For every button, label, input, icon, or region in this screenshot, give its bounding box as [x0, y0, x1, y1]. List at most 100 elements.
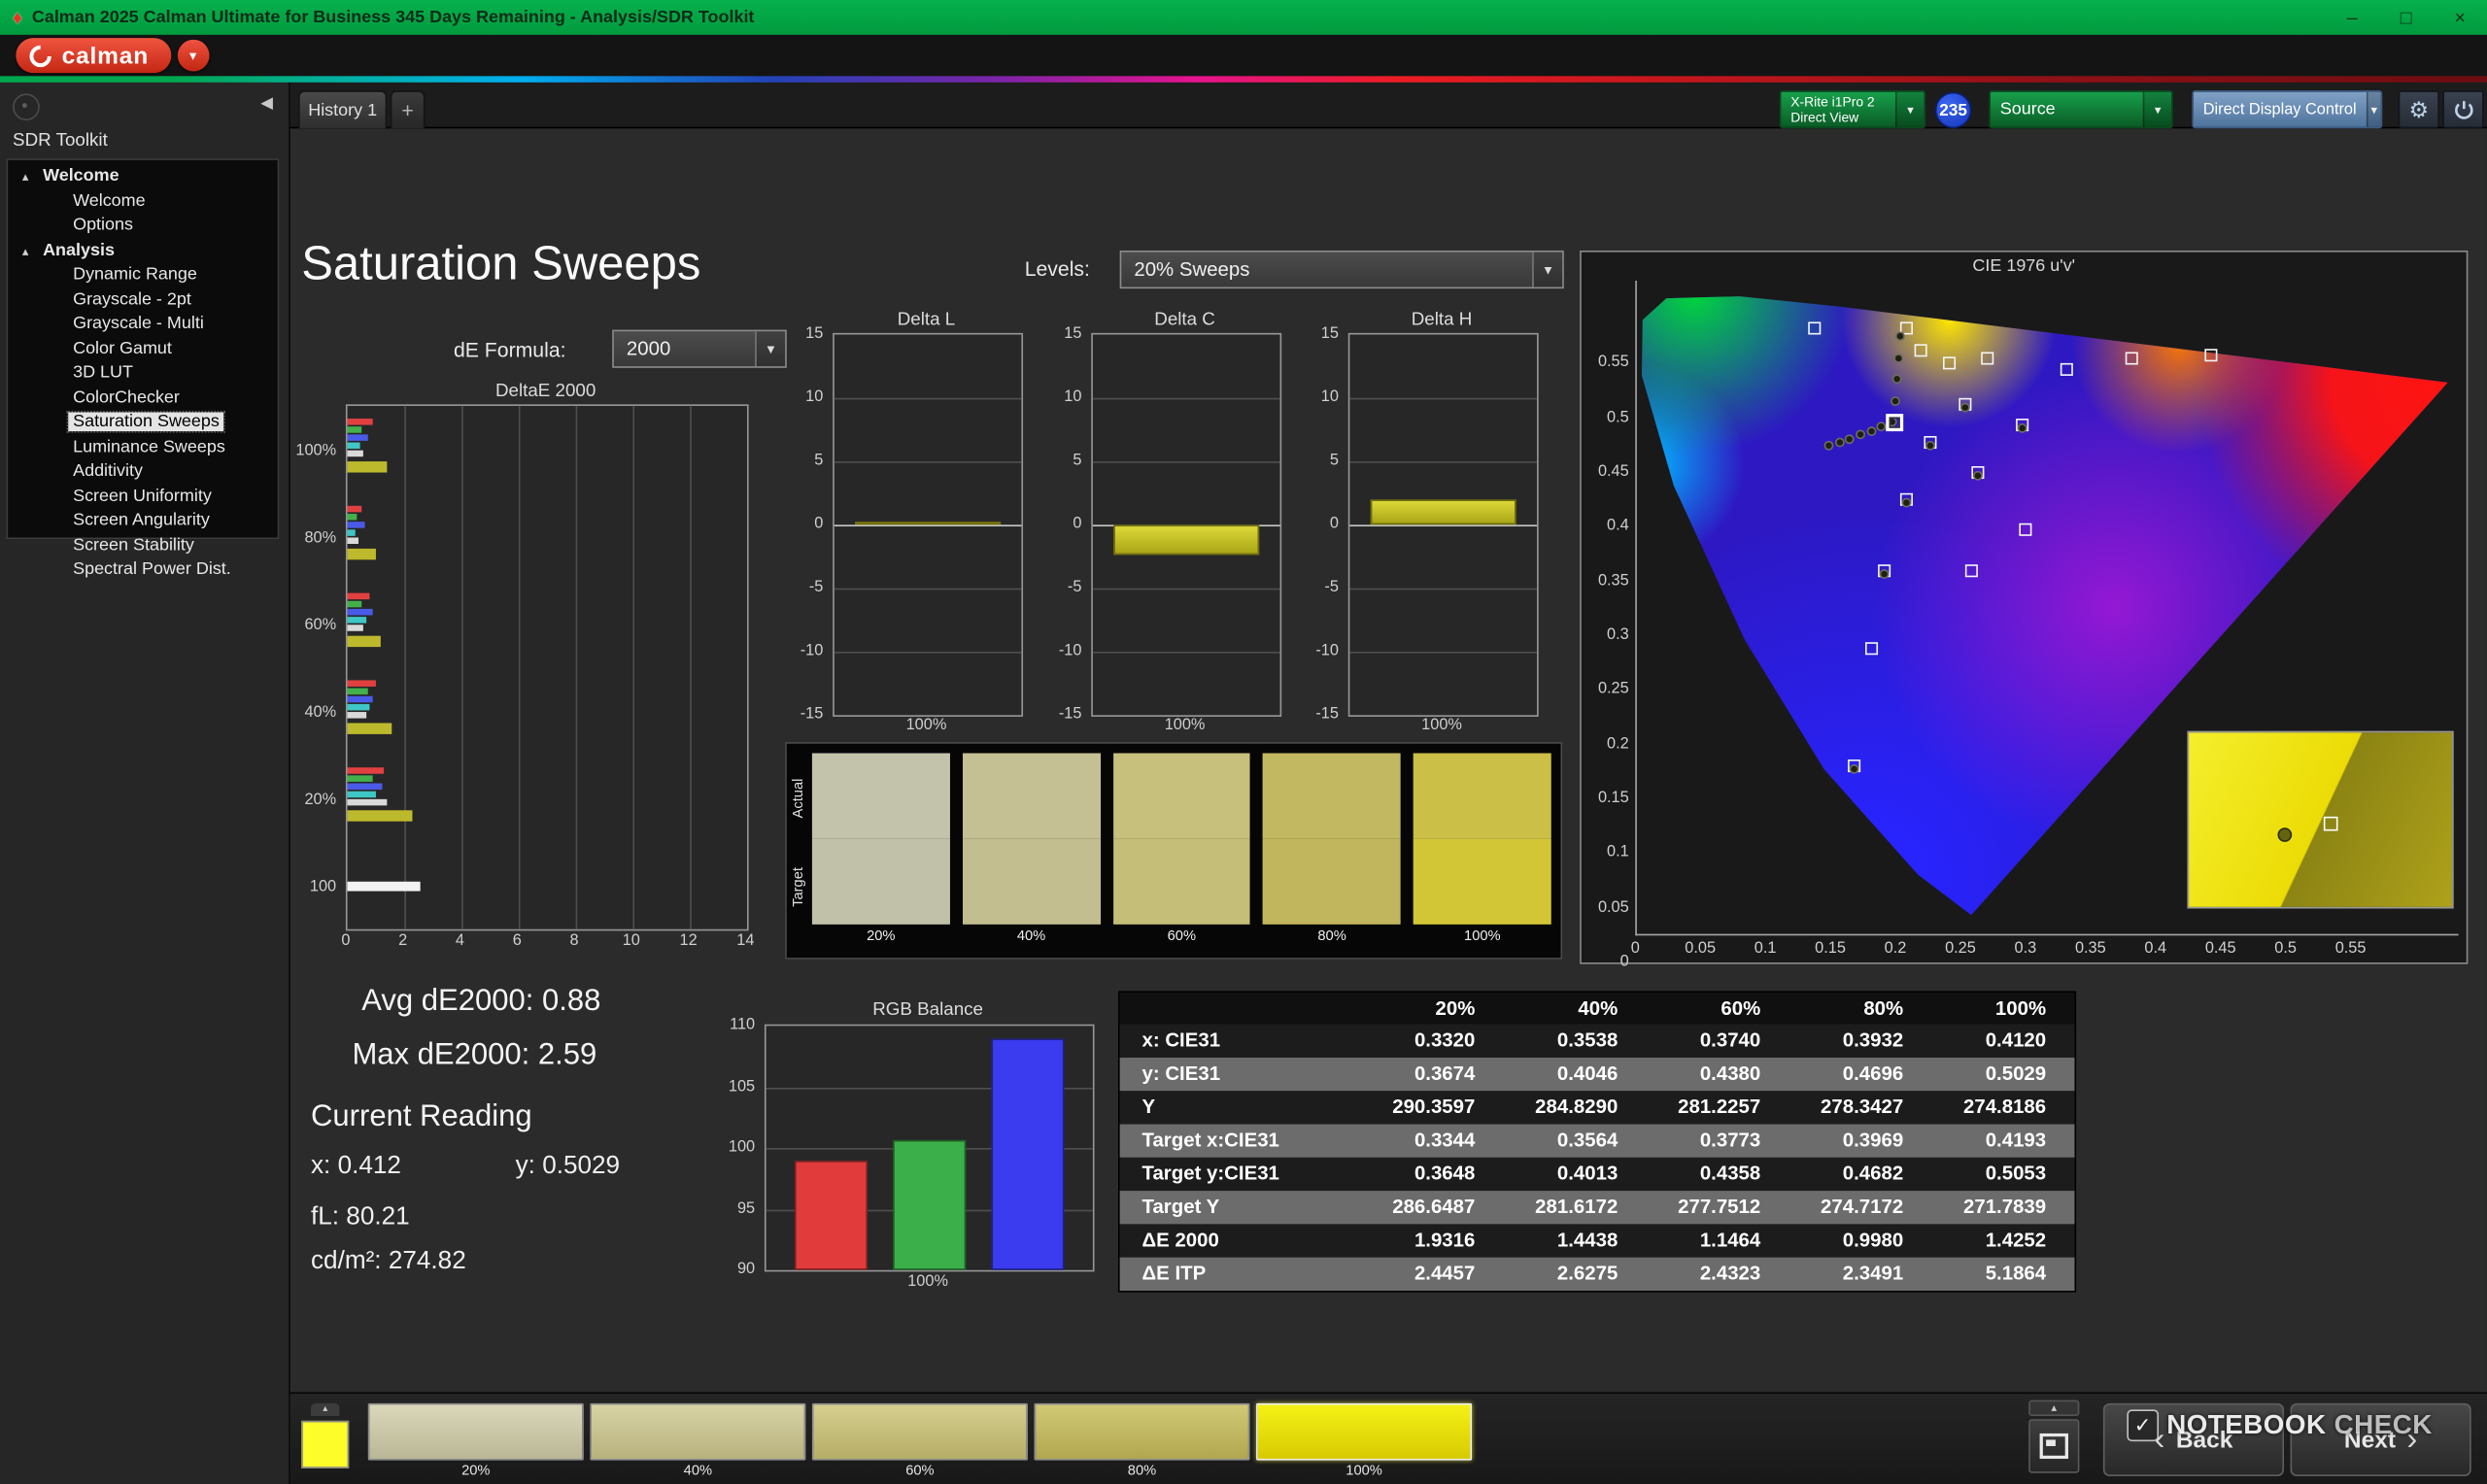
gridline [1349, 588, 1538, 590]
axis-tick-label: 6 [512, 931, 522, 950]
level-button-40[interactable]: 40% [590, 1402, 806, 1479]
level-button-60[interactable]: 60% [811, 1402, 1028, 1479]
sidebar-item-screen-stability[interactable]: Screen Stability [8, 533, 278, 557]
settings-button[interactable]: ⚙ [2398, 90, 2440, 129]
tab-bar: History 1 + X-Rite i1Pro 2 Direct View ▾… [290, 82, 2487, 129]
sidebar-item-options[interactable]: Options [8, 214, 278, 238]
delta-e-bar [347, 635, 381, 648]
table-cell: 0.4696 [1842, 1062, 1904, 1085]
swatch-patches: 20% 40% 60% 80% 100% [811, 753, 1551, 950]
current-reading-heading: Current Reading [310, 1100, 532, 1134]
table-cell: 2.4457 [1414, 1262, 1476, 1285]
de-formula-dropdown[interactable]: 2000 ▼ [612, 329, 787, 368]
tab-history-1[interactable]: History 1 [297, 90, 388, 129]
measurement-dot [1893, 353, 1903, 363]
close-button[interactable]: × [2433, 0, 2487, 35]
table-column-header: 20% [1435, 996, 1476, 1020]
display-control-dropdown[interactable]: Direct Display Control ▾ [2192, 90, 2383, 129]
level-button-100[interactable]: 100% [1256, 1402, 1473, 1479]
calman-logo[interactable]: calman [16, 38, 171, 74]
axis-tick-label: 10 [805, 388, 824, 406]
target-square [2019, 523, 2032, 537]
level-button-20[interactable]: 20% [367, 1402, 584, 1479]
axis-tick-label: 14 [736, 931, 755, 950]
sidebar-item-luminance-sweeps[interactable]: Luminance Sweeps [8, 435, 278, 459]
minimize-button[interactable]: – [2325, 0, 2379, 35]
table-column-header: 80% [1863, 996, 1904, 1020]
source-dropdown[interactable]: Source ▾ [1989, 90, 2173, 129]
table-cell: 0.3740 [1699, 1029, 1761, 1052]
sidebar-info-icon[interactable] [13, 93, 40, 121]
axis-tick-label: 0.3 [1607, 625, 1629, 644]
swatch-level-label: 80% [1317, 928, 1346, 944]
table-cell: 0.3538 [1556, 1029, 1618, 1052]
swatch-column-80: 80% [1263, 753, 1401, 950]
reading-x: x: 0.412 [310, 1152, 401, 1180]
rgb-balance-chart [764, 1024, 1095, 1272]
sidebar-item-grayscale-2pt[interactable]: Grayscale - 2pt [8, 287, 278, 312]
sidebar-collapse-button[interactable]: ◀ [260, 95, 273, 113]
table-row-e-2000: ΔE 2000 1.9316 1.4438 1.1464 0.9980 1.4252 [1119, 1224, 2075, 1258]
sidebar-item-dynamic-range[interactable]: Dynamic Range [8, 263, 278, 287]
source-text: Source [1999, 99, 2056, 119]
sidebar-item-3d-lut[interactable]: 3D LUT [8, 361, 278, 386]
workflow-tree: ▴ Welcome Welcome Options ▴ Analysis Dynamic R… [6, 158, 280, 579]
delta-e-bar [347, 712, 366, 719]
sidebar-item-spectral-power-dist[interactable]: Spectral Power Dist. [8, 558, 278, 583]
chevron-right-icon: › [2406, 1421, 2418, 1457]
cie-y-axis: 0 0.05 0.1 0.15 0.2 0.25 0.3 0.35 0.4 0.45 0.5 0.55 [1584, 281, 1632, 971]
axis-tick-label: 15 [1320, 324, 1339, 343]
next-button[interactable]: Next › [2290, 1402, 2471, 1476]
delta-e-bar [347, 880, 421, 891]
meter-label: X-Rite i1Pro 2 Direct View [1781, 92, 1895, 127]
sidebar-item-screen-uniformity[interactable]: Screen Uniformity [8, 485, 278, 509]
delta-e-bar [347, 791, 376, 798]
level-swatch [367, 1402, 584, 1461]
delta-e-bar [347, 450, 363, 457]
maximize-button[interactable]: □ [2379, 0, 2434, 35]
gridline [690, 405, 692, 929]
delta-e-bar [347, 680, 376, 687]
sidebar-item-colorchecker[interactable]: ColorChecker [8, 387, 278, 411]
avg-de2000: Avg dE2000: 0.88 [361, 984, 601, 1019]
actual-swatch [811, 753, 950, 839]
measurement-dot [1894, 331, 1905, 342]
axis-tick-label: 15 [805, 324, 824, 343]
levels-dropdown[interactable]: 20% Sweeps ▼ [1119, 250, 1564, 289]
back-label: Back [2175, 1426, 2233, 1454]
delta-e-bar [347, 798, 388, 806]
sidebar-item-screen-angularity[interactable]: Screen Angularity [8, 509, 278, 533]
table-header-row: 20% 40% 60% 80% 100% [1119, 993, 2075, 1025]
level-button-80[interactable]: 80% [1034, 1402, 1250, 1479]
meter-dropdown[interactable]: X-Rite i1Pro 2 Direct View ▾ [1779, 90, 1926, 129]
sidebar-item-color-gamut[interactable]: Color Gamut [8, 337, 278, 361]
delta-h-chart-title: Delta H [1411, 310, 1473, 330]
back-button[interactable]: ‹ Back [2102, 1402, 2285, 1476]
axis-tick-label: 80% [304, 528, 337, 547]
measurement-dot [1849, 763, 1859, 774]
power-button[interactable] [2442, 90, 2484, 129]
pattern-window-button[interactable] [2028, 1419, 2080, 1473]
sidebar-item-welcome[interactable]: Welcome [8, 189, 278, 214]
sidebar-item-grayscale-multi[interactable]: Grayscale - Multi [8, 313, 278, 337]
delta-c-category: 100% [1164, 716, 1206, 734]
nav-panel-toggle[interactable]: ▴ [2028, 1400, 2080, 1416]
axis-tick-label: 10 [1064, 388, 1082, 406]
tree-section-analysis[interactable]: ▴ Analysis [8, 239, 278, 263]
axis-tick-label: 0.35 [2074, 940, 2106, 959]
sidebar-item-saturation-sweeps[interactable]: Saturation Sweeps [8, 410, 278, 435]
calman-menu-button[interactable]: ▾ [177, 39, 210, 72]
gridline [632, 405, 635, 929]
titlebar: ♦ Calman 2025 Calman Ultimate for Busine… [0, 0, 2487, 35]
swatch-panel-toggle[interactable]: ▴ [310, 1402, 340, 1416]
swatch-column-20: 20% [811, 753, 950, 950]
tab-add-button[interactable]: + [390, 90, 426, 129]
table-row-y-cie31: y: CIE31 0.3674 0.4046 0.4380 0.4696 0.5029 [1119, 1057, 2075, 1092]
sidebar-item-additivity[interactable]: Additivity [8, 459, 278, 484]
display-control-text: Direct Display Control [2202, 100, 2357, 118]
delta-h-category: 100% [1421, 716, 1462, 734]
expander-icon[interactable]: ▴ [22, 239, 29, 263]
expander-icon[interactable]: ▴ [22, 165, 29, 189]
delta-bar [854, 521, 1002, 525]
tree-section-welcome[interactable]: ▴ Welcome [8, 165, 278, 189]
